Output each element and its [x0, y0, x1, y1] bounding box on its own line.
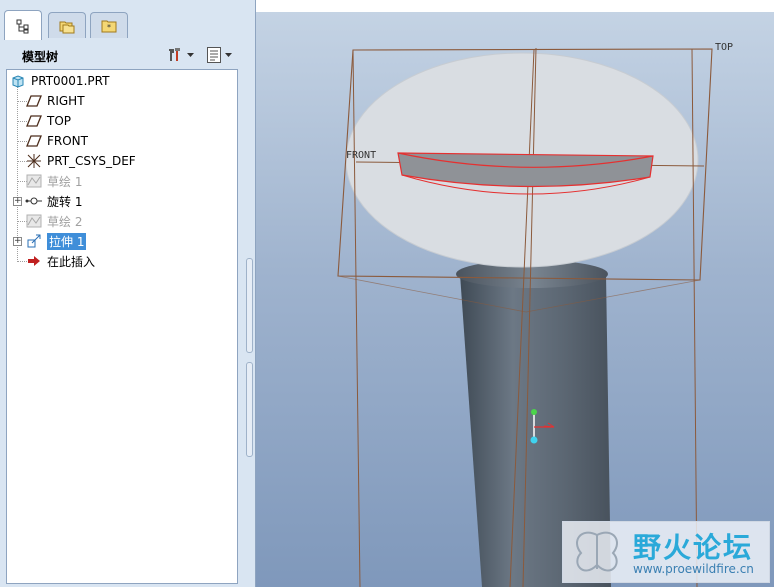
forum-watermark: 野火论坛 www.proewildfire.cn	[562, 521, 770, 583]
tree-item-label: PRT_CSYS_DEF	[47, 154, 136, 168]
csys-triad-origin	[530, 436, 538, 444]
tab-favorites[interactable]: *	[90, 12, 128, 38]
tree-item-root[interactable]: PRT0001.PRT	[9, 72, 109, 90]
watermark-title: 野火论坛	[633, 531, 754, 564]
show-dropdown-button[interactable]	[206, 44, 232, 66]
navigator-panel: * 模型树 PRT0001.PRT RIGHT TOP FRONT PRT_CS…	[0, 0, 256, 587]
navigator-tabs: *	[0, 10, 256, 40]
datum-plane-icon	[25, 113, 43, 129]
tree-item-front[interactable]: FRONT	[25, 132, 88, 150]
tab-folder-browser[interactable]	[48, 12, 86, 38]
model-tree-header: 模型树	[6, 42, 242, 68]
tree-item-label: 草绘 2	[47, 214, 83, 229]
watermark-url: www.proewildfire.cn	[633, 562, 754, 576]
svg-text:*: *	[107, 23, 111, 32]
tree-item-sketch-2[interactable]: 草绘 2	[25, 212, 82, 230]
tree-item-label: 在此插入	[47, 254, 96, 269]
model-tree: PRT0001.PRT RIGHT TOP FRONT PRT_CSYS_DEF…	[6, 69, 238, 584]
tree-item-label: 拉伸 1	[47, 232, 87, 250]
folder-browser-tab-icon	[59, 21, 75, 33]
butterfly-logo-icon	[576, 531, 618, 572]
tree-item-top[interactable]: TOP	[25, 112, 71, 130]
tree-item-insert-here[interactable]: 在此插入	[25, 252, 95, 270]
datum-label-top: TOP	[715, 42, 734, 53]
expand-toggle[interactable]: +	[13, 237, 22, 246]
datum-label-front: FRONT	[346, 150, 377, 161]
tree-item-label: PRT0001.PRT	[31, 74, 110, 88]
csys-icon	[25, 153, 43, 169]
tree-item-label: RIGHT	[47, 94, 85, 108]
sketch-icon	[25, 173, 43, 189]
model-view	[337, 47, 713, 587]
panel-resize-handle[interactable]	[246, 258, 253, 353]
tree-item-sketch-1[interactable]: 草绘 1	[25, 172, 82, 190]
favorites-tab-icon: *	[101, 20, 117, 32]
datum-plane-front-edge	[691, 48, 698, 587]
expand-toggle[interactable]: +	[13, 197, 22, 206]
tree-item-label: TOP	[47, 114, 72, 128]
tree-item-label: FRONT	[47, 134, 88, 148]
insert-here-arrow-icon	[25, 253, 43, 269]
panel-resize-handle[interactable]	[246, 362, 253, 457]
settings-dropdown-button[interactable]	[166, 44, 194, 66]
csys-triad-y-point	[531, 409, 537, 415]
tree-item-right[interactable]: RIGHT	[25, 92, 85, 110]
chevron-down-icon	[187, 52, 194, 57]
tree-item-label: 草绘 1	[47, 174, 83, 189]
tree-item-revolve-1[interactable]: 旋转 1	[25, 192, 82, 210]
model-tree-title: 模型树	[22, 50, 59, 64]
sketch-icon	[25, 213, 43, 229]
tree-item-label: 旋转 1	[47, 194, 83, 209]
chevron-down-icon	[225, 52, 232, 57]
extrude-icon	[25, 233, 43, 249]
part-icon	[9, 73, 27, 89]
list-view-icon	[207, 47, 221, 63]
tree-item-csys[interactable]: PRT_CSYS_DEF	[25, 152, 136, 170]
datum-plane-icon	[25, 133, 43, 149]
graphics-viewport[interactable]: TOP FRONT	[256, 12, 774, 587]
tools-icon	[169, 48, 180, 61]
tree-item-extrude-1[interactable]: 拉伸 1	[25, 232, 87, 250]
tab-model-tree[interactable]	[4, 10, 42, 40]
revolve-icon	[25, 193, 43, 209]
datum-plane-icon	[25, 93, 43, 109]
model-tree-tab-icon	[16, 19, 29, 33]
